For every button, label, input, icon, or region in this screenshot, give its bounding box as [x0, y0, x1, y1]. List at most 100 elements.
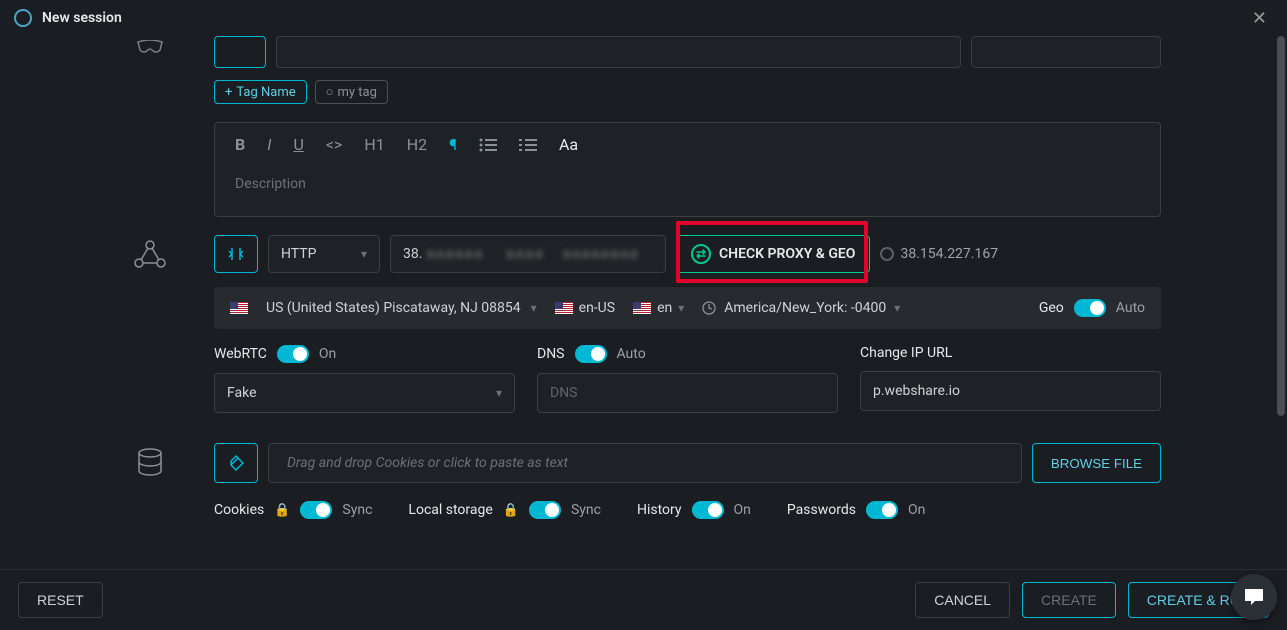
- proxy-protocol-value: HTTP: [281, 246, 316, 262]
- tag-mytag[interactable]: ○ my tag: [315, 80, 388, 104]
- cookies-clear-button[interactable]: [214, 443, 258, 483]
- session-secondary-input[interactable]: [971, 36, 1161, 68]
- proxy-protocol-select[interactable]: HTTP ▾: [268, 235, 380, 273]
- description-editor: B I U <> H1 H2 ¶ Aa: [214, 122, 1161, 217]
- us-flag-icon: [230, 302, 248, 314]
- localstorage-label: Local storage: [408, 502, 492, 518]
- dns-label: DNS: [537, 346, 565, 362]
- session-name-input[interactable]: [276, 36, 961, 68]
- sync-icon: ⇄: [691, 244, 711, 264]
- geo-lang2-select[interactable]: en ▾: [633, 300, 684, 316]
- tag-label: my tag: [338, 85, 377, 100]
- chevron-down-icon: ▾: [531, 301, 537, 315]
- proxy-toggle-button[interactable]: [214, 235, 258, 273]
- check-proxy-button[interactable]: ⇄ CHECK PROXY & GEO: [676, 235, 870, 273]
- history-label: History: [637, 502, 682, 518]
- network-icon: [133, 239, 167, 269]
- h1-icon[interactable]: H1: [364, 135, 384, 154]
- italic-icon[interactable]: I: [267, 135, 271, 154]
- clock-icon: [702, 301, 716, 315]
- changeip-field: Change IP URL p.webshare.io: [860, 345, 1161, 413]
- geo-timezone-select[interactable]: America/New_York: -0400 ▾: [702, 300, 900, 316]
- passwords-toggle[interactable]: [866, 501, 898, 519]
- geo-location-value: US (United States) Piscataway, NJ 08854: [266, 300, 521, 316]
- dns-field: DNS Auto DNS: [537, 345, 838, 413]
- localstorage-status: Sync: [571, 502, 601, 518]
- lock-icon: 🔒: [274, 503, 290, 518]
- geo-label: Geo: [1039, 300, 1064, 316]
- dns-placeholder: DNS: [550, 385, 578, 401]
- geo-timezone-value: America/New_York: -0400: [724, 300, 886, 316]
- webrtc-status: On: [319, 346, 336, 362]
- dns-status: Auto: [617, 346, 646, 362]
- bullet-list-icon[interactable]: [479, 138, 497, 152]
- cookies-sync-toggle[interactable]: [300, 501, 332, 519]
- browse-file-button[interactable]: BROWSE FILE: [1032, 443, 1161, 483]
- ip-status-icon: [880, 247, 894, 261]
- history-status: On: [734, 502, 751, 518]
- webrtc-toggle[interactable]: [277, 345, 309, 363]
- paragraph-icon[interactable]: ¶: [449, 135, 457, 154]
- geo-lang1-value: en-US: [579, 300, 615, 316]
- modal-content: + Tag Name ○ my tag B I U <> H1: [0, 36, 1287, 576]
- localstorage-toggle[interactable]: [529, 501, 561, 519]
- cookies-placeholder: Drag and drop Cookies or click to paste …: [287, 455, 568, 471]
- code-icon[interactable]: <>: [326, 135, 343, 154]
- proxy-blurred-2: aaaa: [506, 246, 544, 262]
- cookies-drop-input[interactable]: Drag and drop Cookies or click to paste …: [268, 443, 1022, 483]
- scrollbar[interactable]: [1277, 36, 1285, 416]
- h2-icon[interactable]: H2: [407, 135, 427, 154]
- lock-icon: 🔒: [503, 503, 519, 518]
- chevron-down-icon: ▾: [678, 301, 684, 315]
- us-flag-icon: [555, 302, 573, 314]
- modal-footer: RESET CANCEL CREATE CREATE & RUN: [0, 569, 1287, 630]
- app-logo-icon: [14, 9, 32, 27]
- changeip-value: p.webshare.io: [873, 383, 960, 399]
- dns-input[interactable]: DNS: [537, 373, 838, 413]
- passwords-status: On: [908, 502, 925, 518]
- geo-auto-toggle[interactable]: [1074, 299, 1106, 317]
- chevron-down-icon: ▾: [361, 247, 367, 261]
- proxy-blurred-1: aaaaaa: [426, 246, 484, 262]
- webrtc-select[interactable]: Fake ▾: [214, 373, 515, 413]
- chevron-down-icon: ▾: [496, 386, 502, 400]
- proxy-address-input[interactable]: 38. aaaaaa aaaa aaaaaaaa: [390, 235, 666, 273]
- geo-lang2-value: en: [657, 300, 672, 316]
- dns-toggle[interactable]: [575, 345, 607, 363]
- plus-icon: +: [225, 85, 232, 100]
- circle-icon: ○: [326, 84, 334, 100]
- passwords-label: Passwords: [787, 502, 856, 518]
- history-toggle[interactable]: [692, 501, 724, 519]
- bold-icon[interactable]: B: [235, 135, 245, 154]
- proxy-ip-value: 38.154.227.167: [900, 246, 998, 262]
- modal-title: New session: [42, 10, 122, 26]
- add-tag-label: Tag Name: [236, 85, 295, 100]
- cookies-sync-label: Cookies: [214, 502, 264, 518]
- cookies-sync-status: Sync: [342, 502, 372, 518]
- underline-icon[interactable]: U: [293, 135, 303, 154]
- proxy-blurred-3: aaaaaaaa: [563, 246, 640, 262]
- text-style-icon[interactable]: Aa: [559, 135, 578, 154]
- check-proxy-label: CHECK PROXY & GEO: [719, 246, 855, 262]
- geo-location-select[interactable]: US (United States) Piscataway, NJ 08854 …: [266, 300, 537, 316]
- create-button[interactable]: CREATE: [1022, 582, 1116, 618]
- geo-lang1-select[interactable]: en-US: [555, 300, 615, 316]
- add-tag-button[interactable]: + Tag Name: [214, 80, 307, 104]
- chat-bubble-button[interactable]: [1231, 574, 1277, 620]
- webrtc-label: WebRTC: [214, 346, 267, 362]
- chevron-down-icon: ▾: [894, 301, 900, 315]
- session-type-pill[interactable]: [214, 36, 266, 68]
- cancel-button[interactable]: CANCEL: [915, 582, 1010, 618]
- close-icon[interactable]: ✕: [1246, 6, 1273, 31]
- mask-icon: [136, 40, 164, 58]
- webrtc-field: WebRTC On Fake ▾: [214, 345, 515, 413]
- changeip-label: Change IP URL: [860, 345, 952, 361]
- us-flag-icon: [633, 302, 651, 314]
- numbered-list-icon[interactable]: [519, 138, 537, 152]
- reset-button[interactable]: RESET: [18, 582, 103, 618]
- description-textarea[interactable]: Description: [215, 166, 1160, 216]
- webrtc-value: Fake: [227, 385, 257, 401]
- geo-bar: US (United States) Piscataway, NJ 08854 …: [214, 287, 1161, 329]
- changeip-input[interactable]: p.webshare.io: [860, 371, 1161, 411]
- geo-auto-label: Auto: [1116, 300, 1145, 316]
